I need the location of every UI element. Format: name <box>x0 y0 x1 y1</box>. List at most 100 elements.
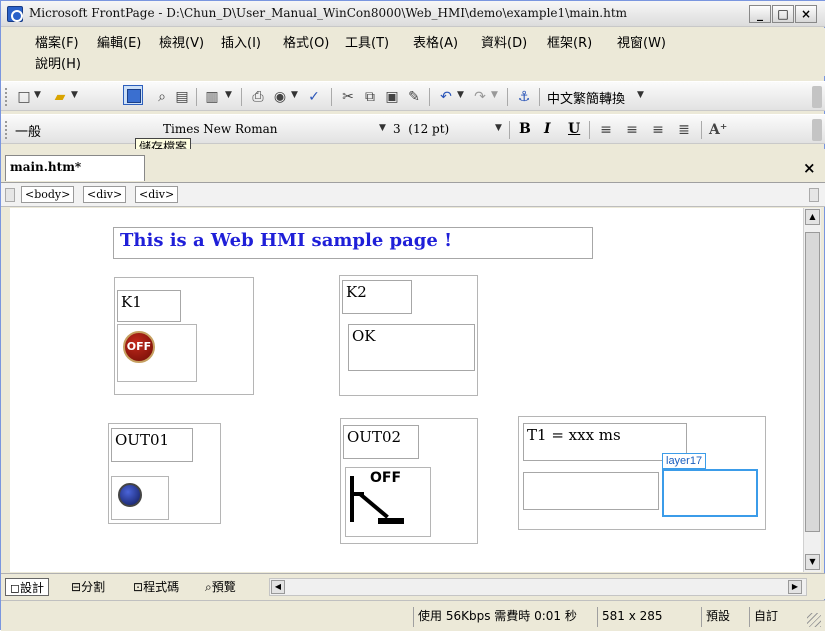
print-icon[interactable]: ⎙ <box>249 88 267 106</box>
out01-label[interactable]: OUT01 <box>111 428 193 462</box>
underline-button[interactable]: U <box>568 121 580 137</box>
tag-div[interactable]: <div> <box>83 186 127 203</box>
tag-scroll-left-icon[interactable] <box>5 188 15 202</box>
chinese-convert-button[interactable]: 中文繁簡轉換 <box>547 88 625 107</box>
schema-status[interactable]: 預設 <box>701 607 734 627</box>
t1-value-field[interactable] <box>523 472 659 510</box>
horizontal-scrollbar[interactable]: ◀ ▶ <box>269 578 807 596</box>
k1-layer[interactable]: K1 OFF <box>114 277 254 395</box>
tab-design[interactable]: ◻設計 <box>5 578 49 596</box>
menu-table[interactable]: 表格(A) <box>413 32 458 51</box>
out01-led-frame[interactable] <box>111 476 169 520</box>
align-center-icon[interactable]: ≡ <box>623 121 641 139</box>
cut-icon[interactable]: ✂ <box>339 88 357 106</box>
t1-layer[interactable]: T1 = xxx ms layer17 <box>518 416 766 530</box>
close-document-icon[interactable]: × <box>803 159 816 177</box>
tab-preview[interactable]: ⌕預覽 <box>201 578 240 596</box>
tag-body[interactable]: <body> <box>21 186 75 203</box>
k1-label[interactable]: K1 <box>117 290 181 322</box>
scroll-left-icon[interactable]: ◀ <box>271 580 285 594</box>
scroll-up-icon[interactable]: ▲ <box>805 209 820 225</box>
italic-button[interactable]: I <box>544 121 551 137</box>
font-select[interactable]: Times New Roman <box>163 122 278 136</box>
tab-split[interactable]: ⊟分割 <box>67 578 109 596</box>
publish-icon[interactable]: ▤ <box>173 88 191 106</box>
layer17-selected-box[interactable] <box>662 469 758 517</box>
menu-insert[interactable]: 插入(I) <box>221 32 261 51</box>
format-painter-icon[interactable]: ✎ <box>405 88 423 106</box>
toolbar-separator <box>429 88 430 106</box>
page-heading[interactable]: This is a Web HMI sample page ! <box>113 227 593 259</box>
undo-icon[interactable]: ↶ <box>437 88 455 106</box>
layer-name-tag[interactable]: layer17 <box>662 453 707 469</box>
k1-button-frame[interactable]: OFF <box>117 324 197 382</box>
chevron-down-icon[interactable]: ▼ <box>637 90 644 100</box>
css-status[interactable]: 自訂 <box>749 607 782 627</box>
align-left-icon[interactable]: ≡ <box>597 121 615 139</box>
font-size-select[interactable]: 3 (12 pt) <box>393 122 449 136</box>
out02-label[interactable]: OUT02 <box>343 425 419 459</box>
tab-main-htm[interactable]: main.htm* <box>5 155 145 181</box>
anchor-icon[interactable]: ⚓ <box>515 88 533 106</box>
justify-icon[interactable]: ≣ <box>675 121 693 139</box>
new-page-icon[interactable]: □ <box>15 88 33 106</box>
maximize-button[interactable]: □ <box>772 5 794 23</box>
out01-layer[interactable]: OUT01 <box>108 423 221 524</box>
increase-font-size-icon[interactable]: A⁺ <box>709 121 727 139</box>
toolbar-separator <box>241 88 242 106</box>
out02-switch-frame[interactable]: OFF <box>345 467 431 537</box>
chevron-down-icon[interactable]: ▼ <box>291 90 298 100</box>
toolbar-grip[interactable] <box>5 121 8 139</box>
style-select[interactable]: 一般 <box>15 121 41 140</box>
menu-view[interactable]: 檢視(V) <box>159 32 204 51</box>
scroll-thumb[interactable] <box>805 232 820 532</box>
menu-data[interactable]: 資料(D) <box>481 32 527 51</box>
resize-grip-icon[interactable] <box>807 613 821 627</box>
k2-label[interactable]: K2 <box>342 280 412 314</box>
tab-code[interactable]: ⊡程式碼 <box>129 578 183 596</box>
chevron-down-icon[interactable]: ▼ <box>457 90 464 100</box>
design-view-canvas[interactable]: This is a Web HMI sample page ! K1 OFF K… <box>10 208 803 572</box>
menu-file[interactable]: 檔案(F) <box>35 32 79 51</box>
chevron-down-icon[interactable]: ▼ <box>225 90 232 100</box>
redo-icon[interactable]: ↷ <box>471 88 489 106</box>
chevron-down-icon[interactable]: ▼ <box>491 90 498 100</box>
chevron-down-icon[interactable]: ▼ <box>379 123 386 133</box>
copy-icon[interactable]: ⧉ <box>361 88 379 106</box>
bold-button[interactable]: B <box>519 121 531 137</box>
chevron-down-icon[interactable]: ▼ <box>34 90 41 100</box>
toolbar-grip[interactable] <box>5 88 8 106</box>
close-window-button[interactable]: × <box>795 5 817 23</box>
tab-split-label: 分割 <box>81 580 106 594</box>
paste-icon[interactable]: ▣ <box>383 88 401 106</box>
folder-list-icon[interactable]: ▥ <box>203 88 221 106</box>
frontpage-app-icon[interactable] <box>7 6 23 22</box>
menu-tools[interactable]: 工具(T) <box>345 32 389 51</box>
align-right-icon[interactable]: ≡ <box>649 121 667 139</box>
menu-window[interactable]: 視窗(W) <box>617 32 666 51</box>
scroll-down-icon[interactable]: ▼ <box>805 554 820 570</box>
page-size-status[interactable]: 581 x 285 <box>597 607 667 627</box>
tag-div-selected[interactable]: <div> <box>135 186 179 203</box>
menu-frames[interactable]: 框架(R) <box>547 32 592 51</box>
out02-layer[interactable]: OUT02 OFF <box>340 418 478 544</box>
vertical-scrollbar[interactable]: ▲ ▼ <box>803 208 821 572</box>
menu-format[interactable]: 格式(O) <box>283 32 329 51</box>
chevron-down-icon[interactable]: ▼ <box>495 123 502 133</box>
toolbar-options-icon[interactable] <box>812 119 822 141</box>
tag-scroll-right-icon[interactable] <box>809 188 819 202</box>
minimize-button[interactable]: _ <box>749 5 771 23</box>
k1-off-button[interactable]: OFF <box>123 331 155 363</box>
k2-layer[interactable]: K2 OK <box>339 275 478 396</box>
print-preview-icon[interactable]: ◉ <box>271 88 289 106</box>
toolbar-options-icon[interactable] <box>812 86 822 108</box>
save-icon[interactable] <box>123 85 143 105</box>
menu-edit[interactable]: 編輯(E) <box>97 32 141 51</box>
search-icon[interactable]: ⌕ <box>153 88 171 106</box>
open-folder-icon[interactable]: ▰ <box>51 88 69 106</box>
chevron-down-icon[interactable]: ▼ <box>71 90 78 100</box>
spelling-icon[interactable]: ✓ <box>305 88 323 106</box>
menu-help[interactable]: 說明(H) <box>35 53 81 72</box>
scroll-right-icon[interactable]: ▶ <box>788 580 802 594</box>
k2-status-field[interactable]: OK <box>348 324 475 371</box>
